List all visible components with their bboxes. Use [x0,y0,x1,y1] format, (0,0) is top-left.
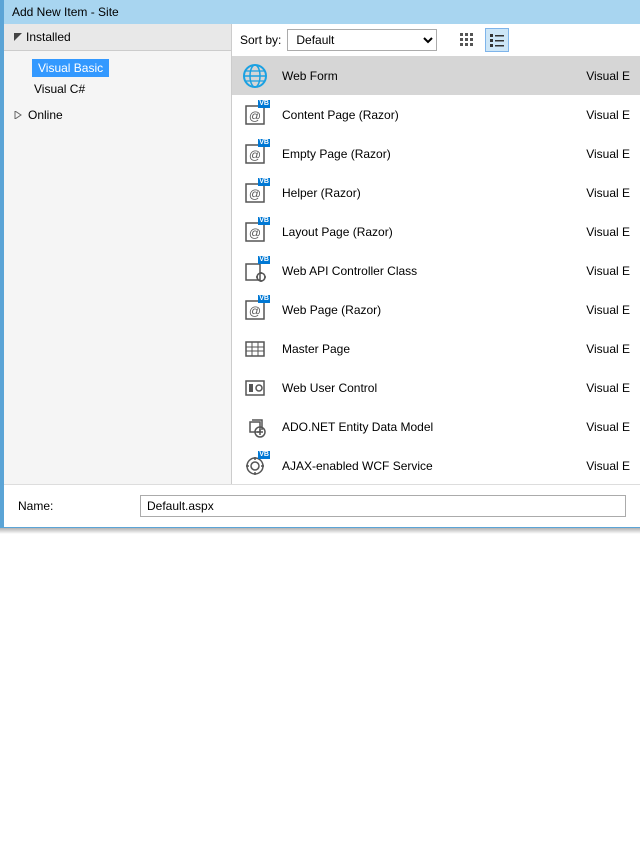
expand-arrow-icon [14,111,24,119]
sidebar-item-visual-csharp[interactable]: Visual C# [4,79,231,99]
titlebar[interactable]: Add New Item - Site [4,0,640,24]
item-label: Helper (Razor) [282,186,586,200]
toolbar: Sort by: Default [232,24,640,56]
item-row[interactable]: @VB Helper (Razor)Visual E [232,173,640,212]
item-row[interactable]: VB Web API Controller ClassVisual E [232,251,640,290]
item-row[interactable]: Web FormVisual E [232,56,640,95]
svg-text:@: @ [249,109,261,123]
item-label: ADO.NET Entity Data Model [282,420,586,434]
main-panel: Sort by: Default [232,24,640,484]
at-vb-icon: @VB [242,180,268,206]
item-row[interactable]: Master PageVisual E [232,329,640,368]
item-row[interactable]: @VB Empty Page (Razor)Visual E [232,134,640,173]
item-language: Visual E [586,69,630,83]
name-input[interactable] [140,495,626,517]
sort-select[interactable]: Default [287,29,437,51]
item-label: Master Page [282,342,586,356]
at-vb-icon: @VB [242,102,268,128]
tree-items: Visual Basic Visual C# [4,51,231,105]
item-label: Empty Page (Razor) [282,147,586,161]
item-row[interactable]: @VB Web Page (Razor)Visual E [232,290,640,329]
name-label: Name: [18,499,128,513]
at-vb-icon: @VB [242,297,268,323]
item-language: Visual E [586,264,630,278]
sidebar-item-visual-basic[interactable]: Visual Basic [32,59,109,77]
dialog-content: Installed Visual Basic Visual C# Online … [4,24,640,484]
svg-text:@: @ [249,304,261,318]
item-language: Visual E [586,108,630,122]
item-language: Visual E [586,186,630,200]
item-language: Visual E [586,303,630,317]
svg-text:@: @ [249,187,261,201]
grid-icon [242,336,268,362]
gear-vb-icon: VB [242,258,268,284]
item-language: Visual E [586,420,630,434]
empty-area [0,534,640,814]
tree-node-online[interactable]: Online [4,105,231,125]
view-grid-button[interactable] [455,28,479,52]
item-label: Web Form [282,69,586,83]
tree-header-label: Installed [26,30,71,44]
svg-text:@: @ [249,148,261,162]
item-row[interactable]: VB AJAX-enabled WCF ServiceVisual E [232,446,640,484]
view-list-button[interactable] [485,28,509,52]
item-label: Content Page (Razor) [282,108,586,122]
item-label: Web API Controller Class [282,264,586,278]
tree-header-installed[interactable]: Installed [4,24,231,51]
item-language: Visual E [586,342,630,356]
item-label: Web User Control [282,381,586,395]
sort-label: Sort by: [240,33,281,47]
item-list: Web FormVisual E@VBContent Page (Razor)V… [232,56,640,484]
dialog-window: Add New Item - Site Installed Visual Bas… [0,0,640,528]
item-label: AJAX-enabled WCF Service [282,459,586,473]
item-row[interactable]: @VB Layout Page (Razor)Visual E [232,212,640,251]
entity-icon [242,414,268,440]
item-row[interactable]: ADO.NET Entity Data ModelVisual E [232,407,640,446]
item-row[interactable]: @VB Content Page (Razor)Visual E [232,95,640,134]
globe-icon [242,63,268,89]
collapse-arrow-icon [14,33,22,41]
list-view-icon [490,33,504,47]
at-vb-icon: @VB [242,141,268,167]
item-label: Web Page (Razor) [282,303,586,317]
control-icon [242,375,268,401]
ajax-vb-icon: VB [242,453,268,479]
tree-node-label: Online [28,108,63,122]
item-label: Layout Page (Razor) [282,225,586,239]
item-row[interactable]: Web User ControlVisual E [232,368,640,407]
title-text: Add New Item - Site [12,5,119,19]
item-language: Visual E [586,225,630,239]
grid-view-icon [460,33,474,47]
item-language: Visual E [586,381,630,395]
sidebar: Installed Visual Basic Visual C# Online [4,24,232,484]
bottom-bar: Name: [4,484,640,527]
at-vb-icon: @VB [242,219,268,245]
item-language: Visual E [586,147,630,161]
item-language: Visual E [586,459,630,473]
svg-text:@: @ [249,226,261,240]
